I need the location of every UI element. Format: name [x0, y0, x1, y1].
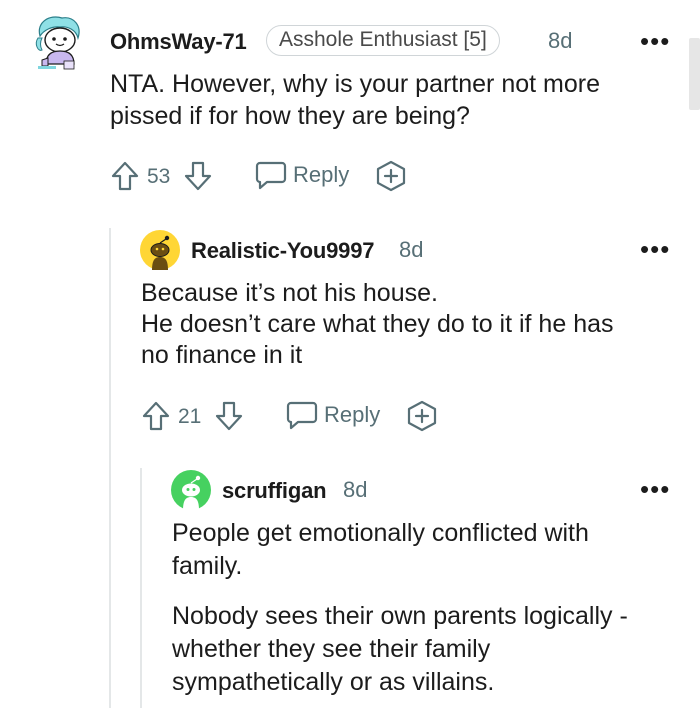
comment-body-line: Because it’s not his house. [141, 279, 438, 307]
reply-label: Reply [293, 162, 350, 187]
more-options-icon[interactable]: ••• [640, 476, 670, 502]
comment-body: NTA. However, why is your partner not mo… [110, 68, 680, 132]
user-flair: Asshole Enthusiast [5] [266, 25, 500, 56]
avatar[interactable] [34, 14, 84, 72]
comment-body-line: NTA. However, why is your partner not mo… [110, 70, 600, 98]
snoo-avatar-icon [35, 16, 80, 70]
downvote-button[interactable] [214, 400, 244, 437]
comment-bubble-icon [286, 401, 318, 430]
reply-label: Reply [324, 402, 381, 427]
snoo-avatar-icon [140, 230, 180, 270]
downvote-button[interactable] [183, 160, 213, 197]
comment-body-line: Nobody sees their own parents logically … [172, 602, 628, 630]
downvote-icon [184, 161, 212, 191]
comment-body-line: He doesn’t care what they do to it if he… [141, 310, 614, 338]
more-options-icon[interactable]: ••• [640, 28, 670, 54]
comment-body-line: sympathetically or as villains. [172, 668, 495, 696]
comment-bubble-icon [255, 161, 287, 190]
avatar[interactable] [140, 230, 180, 275]
downvote-icon [215, 401, 243, 431]
upvote-button[interactable] [141, 400, 171, 437]
thread-line[interactable] [140, 468, 142, 708]
more-options-icon[interactable]: ••• [640, 236, 670, 262]
comment-timestamp: 8d [343, 477, 368, 502]
award-button[interactable] [374, 160, 408, 197]
avatar[interactable] [171, 470, 211, 515]
comment-body-line: no finance in it [141, 341, 303, 369]
comment-username[interactable]: scruffigan [222, 478, 327, 504]
thread-line[interactable] [109, 228, 111, 708]
upvote-icon [111, 161, 139, 191]
reply-button[interactable]: Reply [285, 400, 380, 430]
snoo-avatar-icon [171, 470, 211, 510]
comment-body-line: family. [172, 552, 243, 580]
comment-body-line: People get emotionally conflicted with [172, 519, 589, 547]
comment-username[interactable]: Realistic-You9997 [191, 238, 374, 264]
vote-count: 21 [178, 405, 202, 428]
upvote-button[interactable] [110, 160, 140, 197]
comment-body-paragraph: Nobody sees their own parents logically … [172, 600, 687, 699]
award-button[interactable] [405, 400, 439, 437]
comment-body: People get emotionally conflicted with f… [172, 517, 687, 583]
comment-username[interactable]: OhmsWay-71 [110, 29, 247, 55]
reply-button[interactable]: Reply [254, 160, 349, 190]
award-icon [407, 400, 437, 432]
award-icon [376, 160, 406, 192]
scrollbar-thumb[interactable] [689, 38, 700, 110]
comment-timestamp: 8d [399, 237, 424, 262]
upvote-icon [142, 401, 170, 431]
vote-count: 53 [147, 165, 171, 188]
comment-timestamp: 8d [548, 28, 573, 53]
comment-body: Because it’s not his house. He doesn’t c… [141, 278, 681, 371]
comment-body-line: pissed if for how they are being? [110, 102, 470, 130]
comment-body-line: whether they see their family [172, 635, 491, 663]
